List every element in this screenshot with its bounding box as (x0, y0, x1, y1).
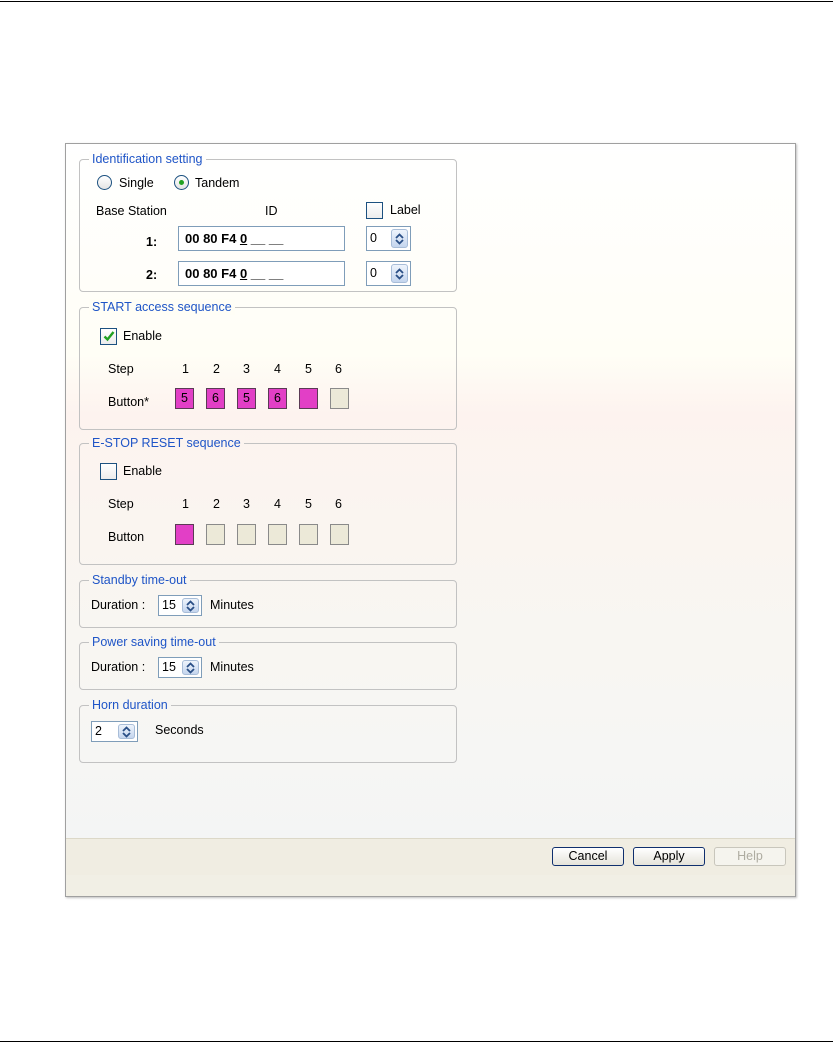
tandem-radio-dot (179, 180, 184, 185)
settings-dialog: Identification setting Single Tandem Bas… (65, 143, 796, 897)
estop-step-button[interactable] (206, 524, 225, 545)
standby-duration-label: Duration : (91, 598, 146, 612)
estop-step-number: 4 (274, 497, 281, 511)
station-1-id-prefix: 00 80 F4 (185, 231, 237, 246)
station-1-id-blanks: __ __ (247, 231, 284, 246)
station-1-spin-arrows-icon[interactable] (391, 229, 408, 248)
start-step-number: 1 (182, 362, 189, 376)
station-1-label: 1: (146, 235, 158, 249)
standby-unit: Minutes (210, 598, 254, 612)
label-checkbox-label: Label (390, 203, 421, 217)
cancel-button[interactable]: Cancel (552, 847, 624, 866)
dialog-button-bar: Cancel Apply Help (66, 838, 795, 876)
power-saving-unit: Minutes (210, 660, 254, 674)
start-step-button[interactable]: 5 (175, 388, 194, 409)
horn-unit: Seconds (155, 723, 204, 737)
start-step-button[interactable]: 6 (268, 388, 287, 409)
start-step-number: 4 (274, 362, 281, 376)
horn-duration-group: Horn duration 2 Seconds (79, 697, 457, 763)
power-saving-group: Power saving time-out Duration : 15 Minu… (79, 634, 457, 690)
horn-spin-arrows-icon[interactable] (118, 724, 135, 739)
horn-legend: Horn duration (89, 697, 171, 713)
estop-step-button[interactable] (268, 524, 287, 545)
estop-sequence-legend: E-STOP RESET sequence (89, 435, 244, 451)
station-2-id-blanks: __ __ (247, 266, 284, 281)
power-saving-legend: Power saving time-out (89, 634, 219, 650)
power-saving-spin-arrows-icon[interactable] (182, 660, 199, 675)
estop-step-button[interactable] (330, 524, 349, 545)
estop-enable-label: Enable (123, 464, 162, 478)
start-enable-label: Enable (123, 329, 162, 343)
estop-step-number: 5 (305, 497, 312, 511)
help-button: Help (714, 847, 786, 866)
start-sequence-legend: START access sequence (89, 299, 235, 315)
estop-step-number: 2 (213, 497, 220, 511)
single-radio[interactable] (97, 175, 112, 190)
station-2-id-field[interactable]: 00 80 F4 0 __ __ (178, 261, 345, 286)
estop-enable-checkbox[interactable] (100, 463, 117, 480)
estop-step-button[interactable] (237, 524, 256, 545)
tandem-radio-label: Tandem (195, 176, 240, 190)
start-step-button[interactable] (299, 388, 318, 409)
page-bottom-rule (0, 1041, 833, 1042)
identification-legend: Identification setting (89, 151, 206, 167)
id-header: ID (265, 204, 278, 218)
checkmark-icon (103, 331, 115, 342)
power-saving-duration-label: Duration : (91, 660, 146, 674)
start-button-label: Button* (108, 395, 150, 409)
standby-timeout-group: Standby time-out Duration : 15 Minutes (79, 572, 457, 628)
estop-button-label: Button (108, 530, 145, 544)
start-enable-checkbox[interactable] (100, 328, 117, 345)
tandem-radio[interactable] (174, 175, 189, 190)
estop-step-number: 6 (335, 497, 342, 511)
station-2-spinner[interactable]: 0 (366, 261, 411, 286)
station-2-spinner-value: 0 (370, 266, 377, 280)
start-sequence-group: START access sequence Enable Step 1 2 3 … (79, 299, 457, 430)
estop-step-button[interactable] (175, 524, 194, 545)
power-saving-duration-spinner[interactable]: 15 (158, 657, 202, 678)
start-step-button[interactable]: 5 (237, 388, 256, 409)
power-saving-duration-value: 15 (162, 660, 176, 674)
standby-spin-arrows-icon[interactable] (182, 598, 199, 613)
estop-step-number: 1 (182, 497, 189, 511)
horn-duration-spinner[interactable]: 2 (91, 721, 138, 742)
label-checkbox[interactable] (366, 202, 383, 219)
page-top-rule (0, 1, 833, 2)
base-station-header: Base Station (96, 204, 167, 218)
start-step-label: Step (108, 362, 134, 376)
start-step-button[interactable]: 6 (206, 388, 225, 409)
horn-duration-value: 2 (95, 724, 102, 738)
estop-step-number: 3 (243, 497, 250, 511)
start-step-number: 2 (213, 362, 220, 376)
status-bar (66, 875, 795, 896)
estop-sequence-group: E-STOP RESET sequence Enable Step 1 2 3 … (79, 435, 457, 565)
station-2-id-prefix: 00 80 F4 (185, 266, 237, 281)
identification-group: Identification setting Single Tandem Bas… (79, 151, 457, 292)
station-2-spin-arrows-icon[interactable] (391, 264, 408, 283)
estop-step-label: Step (108, 497, 134, 511)
estop-step-button[interactable] (299, 524, 318, 545)
station-1-spinner[interactable]: 0 (366, 226, 411, 251)
station-1-id-field[interactable]: 00 80 F4 0 __ __ (178, 226, 345, 251)
apply-button[interactable]: Apply (633, 847, 705, 866)
start-step-number: 3 (243, 362, 250, 376)
single-radio-label: Single (119, 176, 154, 190)
start-step-button[interactable] (330, 388, 349, 409)
standby-duration-value: 15 (162, 598, 176, 612)
standby-duration-spinner[interactable]: 15 (158, 595, 202, 616)
start-step-number: 5 (305, 362, 312, 376)
station-2-label: 2: (146, 268, 158, 282)
station-1-spinner-value: 0 (370, 231, 377, 245)
standby-legend: Standby time-out (89, 572, 190, 588)
start-step-number: 6 (335, 362, 342, 376)
